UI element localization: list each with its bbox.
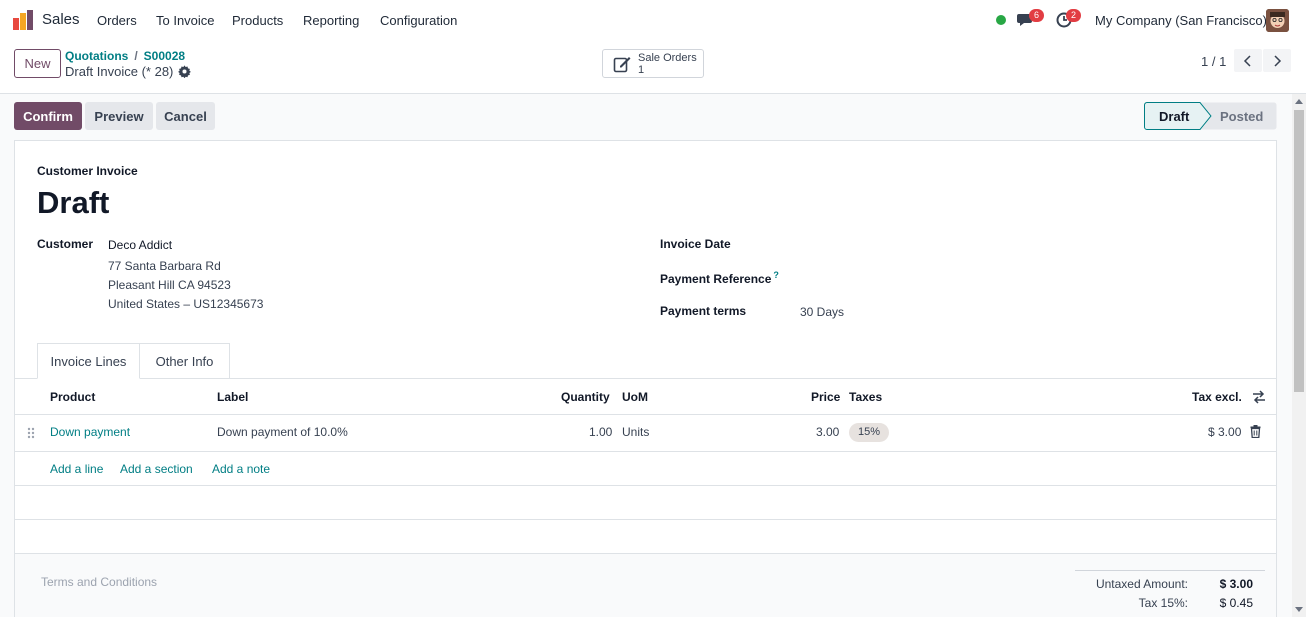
document-type: Customer Invoice — [37, 164, 138, 178]
cancel-button[interactable]: Cancel — [156, 102, 215, 130]
untaxed-amount-label: Untaxed Amount: — [1095, 577, 1188, 591]
row-quantity[interactable]: 1.00 — [589, 425, 612, 439]
breadcrumb-quotations[interactable]: Quotations — [65, 49, 128, 63]
scroll-up-arrow-icon[interactable] — [1295, 98, 1303, 106]
customer-address-line-2: Pleasant Hill CA 94523 — [108, 278, 231, 292]
activities-badge: 2 — [1066, 9, 1081, 22]
messages-badge: 6 — [1029, 9, 1044, 22]
user-face-icon — [1266, 9, 1289, 32]
trash-icon[interactable] — [1250, 425, 1261, 438]
terms-conditions-field[interactable]: Terms and Conditions — [41, 575, 157, 589]
column-label[interactable]: Label — [217, 390, 248, 404]
tax-value: $ 0.45 — [1219, 596, 1253, 610]
menu-configuration[interactable]: Configuration — [380, 13, 457, 28]
chevron-right-icon — [1274, 54, 1282, 67]
add-line-link[interactable]: Add a line — [50, 462, 103, 476]
document-name: Draft — [37, 185, 110, 220]
status-bar: Draft Posted — [1144, 102, 1277, 130]
add-note-link[interactable]: Add a note — [212, 462, 270, 476]
scroll-down-arrow-icon[interactable] — [1295, 605, 1303, 613]
menu-orders[interactable]: Orders — [97, 13, 137, 28]
status-posted[interactable]: Posted — [1220, 109, 1263, 124]
column-price[interactable]: Price — [811, 390, 840, 404]
column-taxes[interactable]: Taxes — [849, 390, 882, 404]
app-name[interactable]: Sales — [42, 11, 80, 28]
menu-to-invoice[interactable]: To Invoice — [156, 13, 215, 28]
gear-icon[interactable] — [178, 65, 191, 78]
new-button[interactable]: New — [14, 49, 61, 78]
payment-terms-label: Payment terms — [660, 304, 747, 318]
tax-label: Tax 15%: — [1138, 596, 1188, 610]
column-quantity[interactable]: Quantity — [561, 390, 610, 404]
row-subtotal: $ 3.00 — [1208, 425, 1242, 439]
row-product[interactable]: Down payment — [50, 425, 130, 439]
status-draft[interactable]: Draft — [1159, 109, 1189, 124]
customer-label: Customer — [37, 237, 94, 251]
tab-divider — [15, 378, 1276, 379]
menu-reporting[interactable]: Reporting — [303, 13, 359, 28]
confirm-button[interactable]: Confirm — [14, 102, 82, 130]
pager-value[interactable]: 1 / 1 — [1201, 54, 1226, 69]
customer-address-line-3: United States – US12345673 — [108, 297, 264, 311]
top-navbar: Sales Orders To Invoice Products Reporti… — [0, 0, 1306, 40]
row-divider — [15, 519, 1276, 520]
breadcrumb-separator: / — [134, 49, 138, 63]
optional-columns-toggle-icon[interactable] — [1252, 390, 1266, 404]
invoice-date-label: Invoice Date — [660, 237, 731, 251]
add-section-link[interactable]: Add a section — [120, 462, 193, 476]
row-divider — [15, 485, 1276, 486]
tab-invoice-lines[interactable]: Invoice Lines — [37, 343, 140, 379]
column-tax-excl[interactable]: Tax excl. — [1192, 390, 1242, 404]
preview-button[interactable]: Preview — [85, 102, 153, 130]
customer-field[interactable]: Deco Addict — [108, 238, 172, 252]
column-product[interactable]: Product — [50, 390, 95, 404]
totals-divider — [1075, 570, 1265, 571]
row-tax-tag[interactable]: 15% — [849, 423, 890, 442]
untaxed-amount-value: $ 3.00 — [1219, 577, 1253, 591]
payment-reference-label: Payment Reference? — [660, 270, 779, 286]
record-title: Draft Invoice (* 28) — [65, 64, 174, 79]
edit-document-icon — [613, 57, 631, 73]
form-sheet: Customer Invoice Draft Customer Deco Add… — [14, 140, 1277, 617]
drag-handle-icon[interactable] — [27, 427, 35, 439]
smart-button-label: Sale Orders — [638, 52, 697, 64]
sales-app-icon[interactable] — [13, 10, 35, 30]
row-divider — [15, 451, 1276, 452]
payment-reference-field[interactable] — [800, 266, 1230, 288]
form-view: Confirm Preview Cancel Draft Posted Cust… — [0, 94, 1292, 617]
pager-previous-button[interactable] — [1234, 49, 1262, 72]
vertical-scrollbar[interactable] — [1292, 94, 1306, 617]
breadcrumb: Quotations / S00028 — [65, 49, 185, 63]
payment-terms-field[interactable]: 30 Days — [800, 305, 844, 319]
menu-products[interactable]: Products — [232, 13, 283, 28]
chevron-left-icon — [1243, 54, 1251, 67]
column-uom[interactable]: UoM — [622, 390, 648, 404]
breadcrumb-order[interactable]: S00028 — [144, 49, 185, 63]
row-label[interactable]: Down payment of 10.0% — [217, 425, 348, 439]
scrollbar-thumb[interactable] — [1294, 110, 1304, 392]
tab-other-info[interactable]: Other Info — [140, 343, 230, 379]
presence-status-icon — [996, 15, 1006, 25]
invoice-date-field[interactable] — [800, 233, 1230, 255]
user-avatar[interactable] — [1266, 9, 1289, 32]
row-uom[interactable]: Units — [622, 425, 649, 439]
pager-next-button[interactable] — [1263, 49, 1291, 72]
sale-orders-smart-button[interactable]: Sale Orders 1 — [602, 49, 704, 78]
customer-address-line-1: 77 Santa Barbara Rd — [108, 259, 221, 273]
control-panel: New Quotations / S00028 Draft Invoice (* 2… — [0, 40, 1306, 94]
smart-button-count: 1 — [638, 64, 645, 76]
row-price[interactable]: 3.00 — [816, 425, 839, 439]
company-switcher[interactable]: My Company (San Francisco) — [1095, 13, 1267, 28]
help-tooltip-icon[interactable]: ? — [773, 270, 779, 280]
payment-reference-label-text: Payment Reference — [660, 272, 772, 286]
